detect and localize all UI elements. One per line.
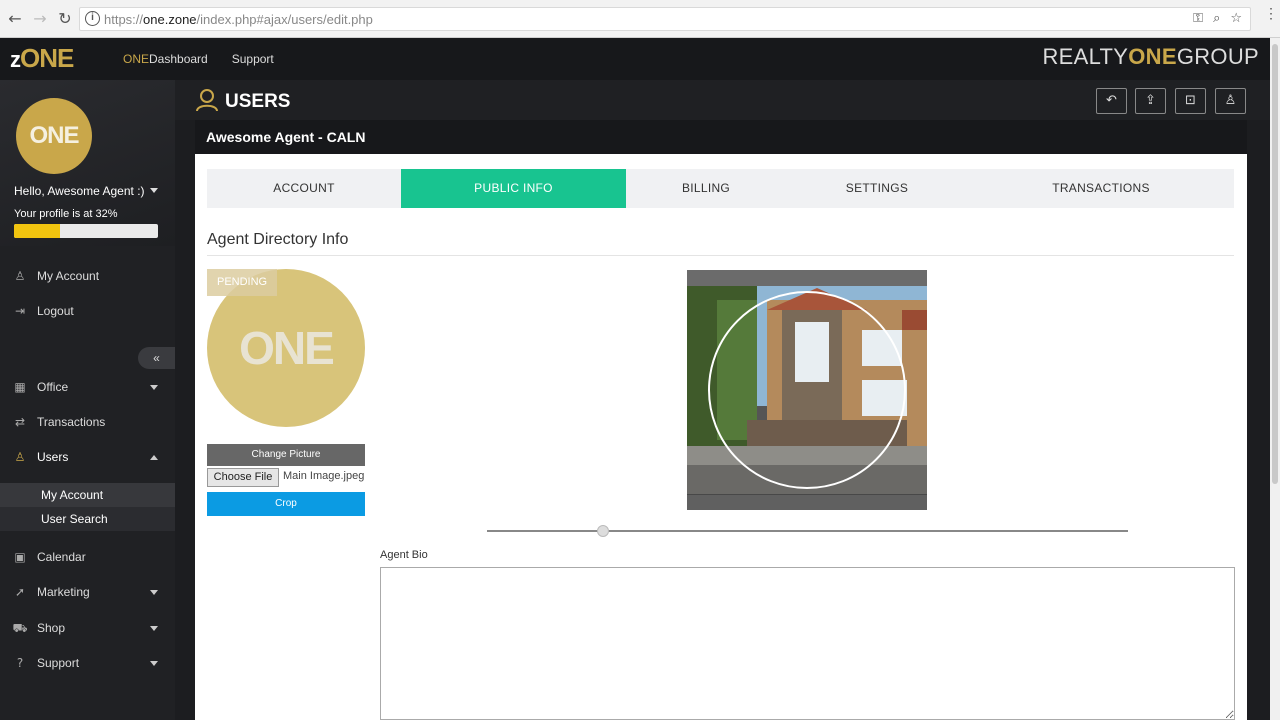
upload-button[interactable]: ⇪ [1135,88,1166,114]
user-icon [196,89,218,112]
sidebar-item-shop[interactable]: ⛟ Shop [0,613,175,643]
agent-name: Awesome Agent - CALN [206,129,366,145]
building-icon: ▦ [14,380,26,394]
sidebar-item-logout[interactable]: ⇥ Logout [0,296,175,326]
user-profile-button[interactable]: ♙ [1215,88,1246,114]
pending-badge: PENDING [207,269,277,296]
tab-transactions[interactable]: TRANSACTIONS [968,169,1234,208]
chevron-up-icon [150,455,158,460]
zone-logo[interactable]: zONE [10,43,74,74]
page-title: USERS [225,91,291,112]
upload-icon: ⇪ [1145,93,1156,108]
profile-progress-fill [14,224,61,238]
scrollbar-thumb[interactable] [1272,44,1278,484]
agent-bio-textarea[interactable] [380,567,1235,720]
sidebar-item-calendar[interactable]: ▣ Calendar [0,542,175,572]
zoom-icon[interactable]: ⌕ [1213,11,1220,26]
chevron-down-icon [150,661,158,666]
nav-support[interactable]: Support [232,52,274,66]
greeting[interactable]: Hello, Awesome Agent :) [14,184,145,198]
sidebar-item-support[interactable]: ? Support [0,648,175,678]
rocket-icon: ➚ [14,585,26,599]
selected-file-name: Main Image.jpeg [283,470,365,482]
url-text[interactable]: https://one.zone/index.php#ajax/users/ed… [104,12,373,27]
collapse-sidebar-button[interactable]: « [138,347,175,369]
reload-icon[interactable]: ↻ [55,9,75,29]
zoom-slider-handle[interactable] [597,525,609,537]
sidebar: ONE Hello, Awesome Agent :) Your profile… [0,80,175,720]
sidebar-item-users[interactable]: ♙ Users [0,442,175,472]
calendar-icon: ▣ [14,550,26,564]
avatar[interactable]: ONE [16,98,92,174]
exchange-icon: ⇄ [14,415,26,429]
tab-billing[interactable]: BILLING [626,169,786,208]
tab-settings[interactable]: SETTINGS [786,169,968,208]
logout-icon: ⇥ [14,304,26,318]
user-icon: ♙ [1224,93,1237,108]
agent-bio-label: Agent Bio [380,549,428,561]
app-header: zONE ONEDashboard Support REALTYONEGROUP [0,38,1280,80]
realty-one-group-logo: REALTYONEGROUP [1042,44,1259,69]
nav-one-dashboard[interactable]: ONEDashboard [123,52,208,66]
crop-button[interactable]: Crop [207,492,365,516]
tab-bar: ACCOUNT PUBLIC INFO BILLING SETTINGS TRA… [207,169,1234,208]
content-panel: ACCOUNT PUBLIC INFO BILLING SETTINGS TRA… [195,154,1247,720]
page-header: USERS ↶ ⇪ ⊡ ♙ [175,80,1280,120]
back-icon[interactable]: ← [5,9,25,29]
user-icon: ♙ [14,269,26,283]
section-title: Agent Directory Info [207,231,349,248]
info-icon[interactable]: i [85,11,100,26]
chevron-down-icon[interactable] [150,188,158,193]
user-icon: ♙ [14,450,26,464]
sidebar-item-office[interactable]: ▦ Office [0,372,175,402]
bookmark-star-icon[interactable]: ☆ [1230,11,1242,26]
section-divider [207,255,1234,256]
undo-icon: ↶ [1106,93,1117,108]
cart-icon: ⛟ [12,621,28,635]
sidebar-item-marketing[interactable]: ➚ Marketing [0,577,175,607]
chevron-down-icon [150,590,158,595]
address-bar[interactable]: i https://one.zone/index.php#ajax/users/… [79,7,1251,31]
chevron-down-icon [150,385,158,390]
zoom-slider-track[interactable] [487,530,1128,532]
profile-panel: ONE Hello, Awesome Agent :) Your profile… [0,80,175,246]
forward-icon[interactable]: → [30,9,50,29]
browser-toolbar: ← → ↻ i https://one.zone/index.php#ajax/… [0,0,1280,38]
unlock-button[interactable]: ⊡ [1175,88,1206,114]
chevron-down-icon [150,626,158,631]
profile-progress-bar [14,224,158,238]
back-button[interactable]: ↶ [1096,88,1127,114]
tab-account[interactable]: ACCOUNT [207,169,401,208]
browser-menu-icon[interactable]: ⋮ [1264,6,1278,28]
image-crop-area[interactable] [687,270,927,510]
agent-header: Awesome Agent - CALN [195,120,1247,154]
change-picture-button[interactable]: Change Picture [207,444,365,466]
tab-public-info[interactable]: PUBLIC INFO [401,169,626,208]
profile-completion-text: Your profile is at 32% [14,208,118,220]
house-photo [687,270,927,510]
sidebar-subitem-user-search[interactable]: User Search [0,507,175,531]
sidebar-item-my-account[interactable]: ♙ My Account [0,261,175,291]
unlock-icon: ⊡ [1185,93,1196,108]
choose-file-button[interactable]: Choose File [207,468,279,487]
sidebar-item-transactions[interactable]: ⇄ Transactions [0,407,175,437]
sidebar-subitem-my-account[interactable]: My Account [0,483,175,507]
profile-picture: ONE PENDING [207,269,365,427]
help-icon: ? [16,656,24,670]
key-icon[interactable]: ⚿ [1193,11,1203,26]
